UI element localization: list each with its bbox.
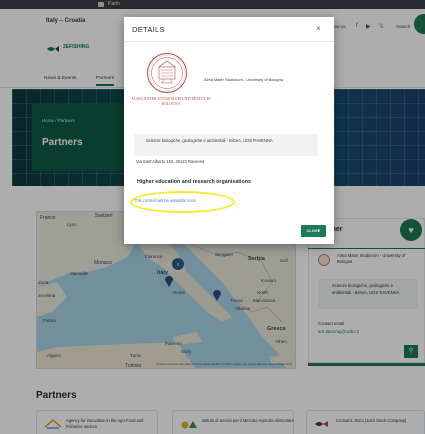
modal-header-divider [124, 41, 334, 42]
modal-close-button[interactable]: CLOSE [301, 225, 326, 237]
highlight-annotation [130, 191, 235, 213]
modal-department: Scienze biologiche, geologiche e ambient… [134, 134, 318, 156]
modal-title: DETAILS [132, 25, 165, 34]
modal-close-icon[interactable]: × [316, 24, 321, 33]
seal-caption: ALMA MATER STUDIORUM UNIVERSITÀ DI BOLOG… [131, 97, 211, 106]
modal-address: Via Sant'Alberto 163, 48123 Ravenna [136, 159, 205, 164]
modal-organisation-name: Alma Mater Studiorum - University of Bol… [204, 77, 283, 82]
modal-organisation-type: Higher education and research organisati… [137, 179, 251, 185]
university-seal-icon [147, 53, 187, 93]
